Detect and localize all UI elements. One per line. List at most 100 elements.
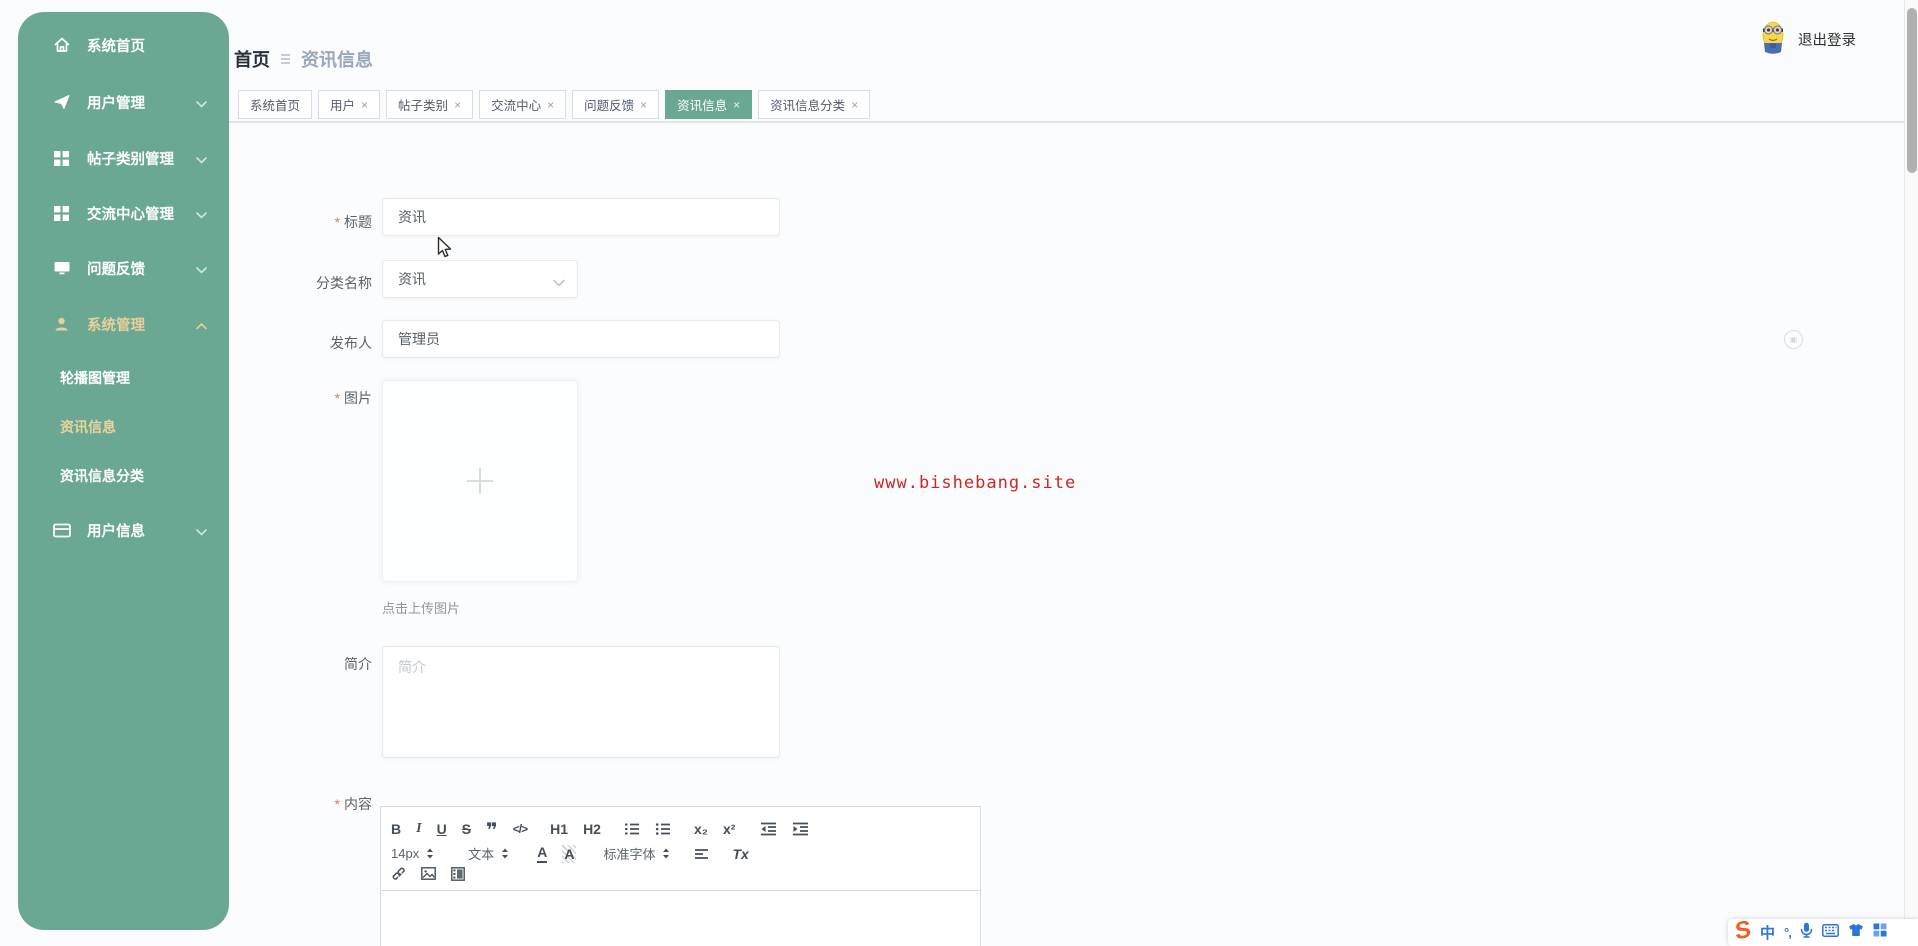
image-label: * 图片 — [334, 390, 372, 406]
title-input[interactable] — [382, 198, 780, 236]
tab-user[interactable]: 用户 × — [318, 90, 381, 119]
rich-text-editor: B I U S ❞ </> H1 H2 x₂ x² 14px 文本 A A 标准… — [380, 806, 981, 946]
chinese-mode-icon[interactable]: 中 — [1760, 922, 1775, 943]
breadcrumb-current: 资讯信息 — [301, 50, 373, 70]
close-icon[interactable]: × — [454, 99, 461, 111]
sidebar-item-post-category[interactable]: 帖子类别管理 — [52, 144, 215, 172]
input-method-bar[interactable]: S 中 °, — [1728, 916, 1918, 946]
image-icon[interactable] — [421, 867, 436, 880]
sidebar-subitem-label: 轮播图管理 — [60, 370, 130, 386]
font-family-picker[interactable]: 标准字体 — [603, 844, 670, 863]
tab-news-category[interactable]: 资讯信息分类 × — [758, 90, 871, 119]
sidebar-subitem-label: 资讯信息分类 — [60, 468, 144, 484]
category-select-value: 资讯 — [398, 271, 426, 287]
text-color-button[interactable]: A — [537, 844, 548, 863]
sidebar-item-user-info[interactable]: 用户信息 — [52, 516, 215, 544]
superscript-button[interactable]: x² — [723, 822, 735, 836]
sidebar-item-system-management[interactable]: 系统管理 — [52, 310, 215, 338]
title-label: * 标题 — [334, 214, 372, 230]
sidebar-subitem-carousel-management[interactable]: 轮播图管理 — [60, 366, 130, 390]
chevron-up-icon — [196, 318, 207, 334]
grid-icon — [52, 204, 71, 223]
italic-button[interactable]: I — [416, 822, 421, 836]
bold-button[interactable]: B — [391, 822, 401, 836]
ordered-list-icon[interactable] — [624, 822, 640, 836]
font-size-picker[interactable]: 14px — [391, 846, 434, 861]
sidebar-subitem-news-category[interactable]: 资讯信息分类 — [60, 464, 144, 488]
breadcrumb-separator-icon — [281, 54, 290, 64]
tab-post-category[interactable]: 帖子类别 × — [386, 90, 474, 119]
publisher-input[interactable] — [382, 320, 780, 358]
sidebar-item-label: 问题反馈 — [87, 261, 145, 278]
microphone-icon[interactable] — [1800, 922, 1813, 943]
editor-content-area[interactable] — [381, 891, 980, 946]
content-label: * 内容 — [334, 796, 372, 812]
link-icon[interactable] — [391, 866, 406, 881]
plus-icon — [467, 468, 493, 494]
tab-bar: 系统首页 用户 × 帖子类别 × 交流中心 × 问题反馈 × 资讯信息 × 资讯… — [238, 90, 871, 119]
tab-exchange-center[interactable]: 交流中心 × — [479, 90, 567, 119]
sidebar-subitem-label: 资讯信息 — [60, 419, 116, 435]
sidebar-subitem-news-info[interactable]: 资讯信息 — [60, 415, 116, 439]
close-icon[interactable]: × — [851, 99, 858, 111]
underline-button[interactable]: U — [437, 822, 447, 836]
close-icon[interactable]: × — [361, 99, 368, 111]
keyboard-icon[interactable] — [1821, 923, 1839, 942]
header2-button[interactable]: H2 — [583, 822, 601, 836]
scrollbar[interactable] — [1904, 0, 1918, 946]
skin-icon[interactable] — [1848, 923, 1864, 942]
user-icon — [52, 315, 71, 334]
blockquote-button[interactable]: ❞ — [486, 821, 498, 841]
strike-button[interactable]: S — [462, 822, 471, 836]
logout-label: 退出登录 — [1798, 33, 1856, 49]
breadcrumb-home[interactable]: 首页 — [234, 46, 270, 72]
code-block-button[interactable]: </> — [513, 823, 528, 835]
sidebar-item-exchange-center[interactable]: 交流中心管理 — [52, 199, 215, 227]
intro-label: 简介 — [344, 656, 372, 672]
close-icon[interactable]: × — [733, 99, 740, 111]
punctuation-icon[interactable]: °, — [1784, 925, 1792, 940]
sidebar-item-feedback[interactable]: 问题反馈 — [52, 254, 215, 282]
outdent-icon[interactable] — [760, 822, 777, 836]
header-picker[interactable]: 文本 — [468, 844, 509, 863]
tab-news-info[interactable]: 资讯信息 × — [665, 90, 753, 119]
header1-button[interactable]: H1 — [550, 822, 568, 836]
sidebar-item-label: 系统管理 — [87, 317, 145, 334]
sidebar-item-user-management[interactable]: 用户管理 — [52, 88, 215, 116]
image-upload-dropzone[interactable] — [382, 380, 578, 582]
sidebar-item-system-home[interactable]: 系统首页 — [52, 31, 215, 59]
close-icon[interactable]: × — [640, 99, 647, 111]
toolbox-icon[interactable] — [1873, 923, 1887, 942]
breadcrumb: 首页 资讯信息 — [234, 46, 373, 72]
chevron-down-icon — [196, 207, 207, 223]
minion-avatar — [1758, 19, 1788, 60]
clean-format-button[interactable]: Tx — [732, 847, 748, 861]
editor-toolbar: B I U S ❞ </> H1 H2 x₂ x² 14px 文本 A A 标准… — [381, 807, 980, 891]
grid-icon — [52, 149, 71, 168]
chevron-down-icon — [196, 262, 207, 278]
video-icon[interactable] — [451, 866, 465, 881]
align-icon[interactable] — [694, 848, 709, 860]
tab-system-home[interactable]: 系统首页 — [238, 90, 313, 119]
logout-button[interactable]: 退出登录 — [1758, 19, 1856, 60]
sidebar: 系统首页 用户管理 帖子类别管理 交流中心管理 问题反馈 系统管理 轮播图管理 … — [18, 12, 229, 930]
tabs-divider — [229, 121, 1904, 123]
sidebar-item-label: 系统首页 — [87, 38, 145, 55]
card-icon — [52, 521, 71, 540]
chevron-down-icon — [553, 274, 565, 290]
bullet-list-icon[interactable] — [655, 822, 671, 836]
indent-icon[interactable] — [792, 822, 809, 836]
tab-feedback[interactable]: 问题反馈 × — [572, 90, 660, 119]
close-icon[interactable]: × — [547, 99, 554, 111]
floating-widget-icon[interactable]: ▣ — [1784, 330, 1803, 349]
chevron-down-icon — [196, 524, 207, 540]
subscript-button[interactable]: x₂ — [694, 822, 708, 836]
category-select[interactable]: 资讯 — [382, 260, 578, 298]
sidebar-item-label: 用户信息 — [87, 523, 145, 540]
background-color-button[interactable]: A — [562, 844, 577, 863]
category-label: 分类名称 — [316, 275, 372, 291]
scrollbar-thumb[interactable] — [1907, 8, 1917, 173]
intro-textarea[interactable] — [382, 646, 780, 758]
send-icon — [52, 93, 71, 112]
sogou-logo[interactable]: S — [1734, 916, 1752, 946]
